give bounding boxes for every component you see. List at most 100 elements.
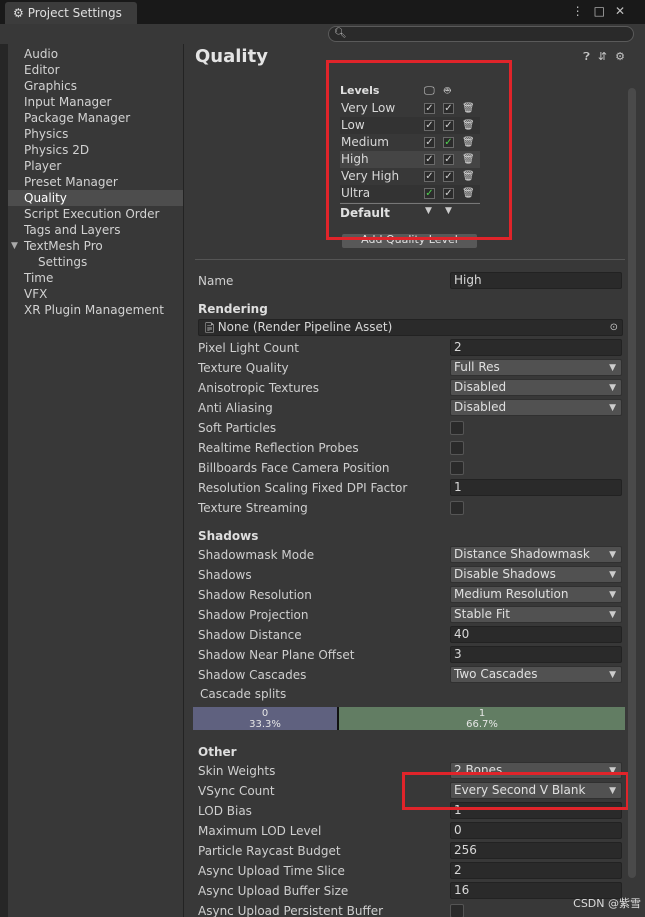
- shadowmask-dropdown[interactable]: Distance Shadowmask ▼: [450, 546, 622, 563]
- max-lod-field[interactable]: 0: [450, 822, 622, 839]
- property-row: Shadow Resolution Medium Resolution ▼: [198, 586, 623, 604]
- search-input[interactable]: 🔍︎: [328, 26, 634, 42]
- realtime-reflection-toggle[interactable]: [450, 441, 464, 455]
- property-label: Shadowmask Mode: [198, 548, 315, 562]
- close-icon[interactable]: ✕: [615, 4, 635, 18]
- soft-particles-toggle[interactable]: [450, 421, 464, 435]
- property-row: Cascade splits: [200, 685, 625, 703]
- sidebar-item-textmesh-pro[interactable]: ▼ TextMesh Pro: [8, 238, 183, 254]
- property-label: LOD Bias: [198, 804, 252, 818]
- dropdown-arrow-icon: ▼: [609, 570, 616, 580]
- particle-raycast-field[interactable]: 256: [450, 842, 622, 859]
- property-label: VSync Count: [198, 784, 275, 798]
- billboards-toggle[interactable]: [450, 461, 464, 475]
- shadow-near-plane-field[interactable]: 3: [450, 646, 622, 663]
- sidebar-item-time[interactable]: Time: [8, 270, 183, 286]
- property-row: Shadows Disable Shadows ▼: [198, 566, 623, 584]
- dropdown-value: Disabled: [454, 400, 507, 414]
- property-row: Pixel Light Count 2: [198, 339, 623, 357]
- sidebar-item-player[interactable]: Player: [8, 158, 183, 174]
- property-row: Maximum LOD Level 0: [198, 822, 623, 840]
- property-label: Async Upload Time Slice: [198, 864, 345, 878]
- name-field[interactable]: High: [450, 272, 622, 289]
- sidebar-item-audio[interactable]: Audio: [8, 46, 183, 62]
- dropdown-arrow-icon: ▼: [609, 590, 616, 600]
- sidebar-item-physics-2d[interactable]: Physics 2D: [8, 142, 183, 158]
- sidebar-item-tags-and-layers[interactable]: Tags and Layers: [8, 222, 183, 238]
- dropdown-value: Two Cascades: [454, 667, 538, 681]
- render-pipeline-field[interactable]: 📄︎ None (Render Pipeline Asset) ⊙: [198, 319, 623, 336]
- divider: [195, 259, 625, 260]
- sidebar-item-editor[interactable]: Editor: [8, 62, 183, 78]
- property-label: Texture Streaming: [198, 501, 308, 515]
- sidebar-item-script-execution-order[interactable]: Script Execution Order: [8, 206, 183, 222]
- property-label: Shadows: [198, 568, 252, 582]
- sidebar-item-input-manager[interactable]: Input Manager: [8, 94, 183, 110]
- anisotropic-dropdown[interactable]: Disabled ▼: [450, 379, 622, 396]
- property-label: Async Upload Persistent Buffer: [198, 904, 384, 917]
- property-label: Particle Raycast Budget: [198, 844, 341, 858]
- sidebar-item-physics[interactable]: Physics: [8, 126, 183, 142]
- property-row: Texture Streaming: [198, 499, 623, 517]
- other-header: Other: [198, 745, 237, 759]
- maximize-icon[interactable]: □: [594, 4, 615, 18]
- shadow-resolution-dropdown[interactable]: Medium Resolution ▼: [450, 586, 622, 603]
- sidebar-item-graphics[interactable]: Graphics: [8, 78, 183, 94]
- pixel-light-count-field[interactable]: 2: [450, 339, 622, 356]
- property-row: Resolution Scaling Fixed DPI Factor 1: [198, 479, 623, 497]
- property-label: Anti Aliasing: [198, 401, 273, 415]
- dropdown-value: Disable Shadows: [454, 567, 556, 581]
- async-time-slice-field[interactable]: 2: [450, 862, 622, 879]
- object-picker-icon[interactable]: ⊙: [610, 320, 618, 335]
- shadows-dropdown[interactable]: Disable Shadows ▼: [450, 566, 622, 583]
- dropdown-value: Stable Fit: [454, 607, 510, 621]
- property-row: Billboards Face Camera Position: [198, 459, 623, 477]
- sidebar-item-package-manager[interactable]: Package Manager: [8, 110, 183, 126]
- property-label: Shadow Resolution: [198, 588, 312, 602]
- search-row: 🔍︎: [0, 24, 645, 44]
- shadows-header: Shadows: [198, 529, 259, 543]
- property-row: Realtime Reflection Probes: [198, 439, 623, 457]
- sidebar-item-vfx[interactable]: VFX: [8, 286, 183, 302]
- resolution-scaling-field[interactable]: 1: [450, 479, 622, 496]
- property-row: Anisotropic Textures Disabled ▼: [198, 379, 623, 397]
- dropdown-arrow-icon: ▼: [609, 383, 616, 393]
- property-label: Realtime Reflection Probes: [198, 441, 359, 455]
- dropdown-value: Disabled: [454, 380, 507, 394]
- property-label: Billboards Face Camera Position: [198, 461, 390, 475]
- cascade-index: 1: [478, 708, 486, 719]
- cascade-split-1: 1 66.7%: [339, 707, 625, 730]
- project-settings-tab[interactable]: ⚙ Project Settings: [5, 2, 137, 24]
- sidebar-item-quality[interactable]: Quality: [8, 190, 183, 206]
- texture-quality-dropdown[interactable]: Full Res ▼: [450, 359, 622, 376]
- gear-icon: ⚙: [13, 6, 24, 20]
- vertical-scrollbar[interactable]: [628, 88, 636, 878]
- preset-icon[interactable]: ⇵: [598, 50, 615, 63]
- property-row: Async Upload Buffer Size 16: [198, 882, 623, 900]
- property-label: Shadow Distance: [198, 628, 302, 642]
- expand-arrow-icon[interactable]: ▼: [11, 238, 18, 254]
- sidebar-item-xr-plugin-management[interactable]: XR Plugin Management: [8, 302, 183, 318]
- help-icon[interactable]: ❓︎: [583, 50, 598, 63]
- texture-streaming-toggle[interactable]: [450, 501, 464, 515]
- anti-aliasing-dropdown[interactable]: Disabled ▼: [450, 399, 622, 416]
- settings-gear-icon[interactable]: ⚙: [615, 50, 633, 63]
- sidebar-item-preset-manager[interactable]: Preset Manager: [8, 174, 183, 190]
- property-label: Shadow Projection: [198, 608, 309, 622]
- sidebar-item-textmesh-settings[interactable]: Settings: [8, 254, 183, 270]
- property-label: Shadow Near Plane Offset: [198, 648, 355, 662]
- name-row: Name High: [198, 272, 623, 290]
- left-edge: [0, 44, 8, 917]
- property-label: Texture Quality: [198, 361, 289, 375]
- cascade-splits-bar: 0 33.3% 1 66.7%: [193, 707, 625, 730]
- property-row: Particle Raycast Budget 256: [198, 842, 623, 860]
- property-label: Anisotropic Textures: [198, 381, 320, 395]
- more-options-icon[interactable]: ⋮: [572, 4, 594, 18]
- property-label: Maximum LOD Level: [198, 824, 322, 838]
- shadow-projection-dropdown[interactable]: Stable Fit ▼: [450, 606, 622, 623]
- shadow-cascades-dropdown[interactable]: Two Cascades ▼: [450, 666, 622, 683]
- title-bar: ⚙ Project Settings ⋮□✕: [0, 0, 645, 24]
- async-persistent-toggle[interactable]: [450, 904, 464, 917]
- shadow-distance-field[interactable]: 40: [450, 626, 622, 643]
- name-label: Name: [198, 274, 234, 288]
